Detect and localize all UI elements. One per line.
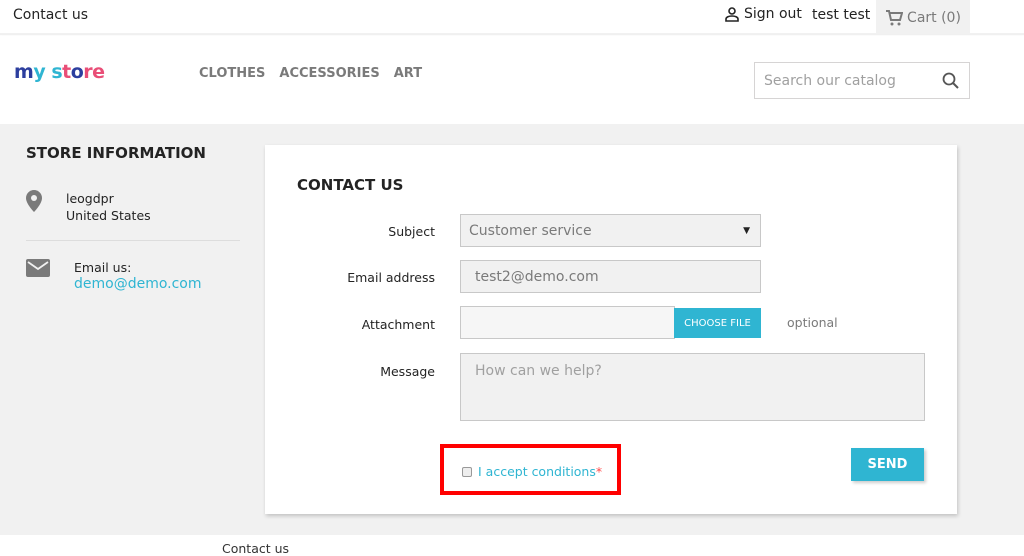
header: my store CLOTHES ACCESSORIES ART	[0, 36, 1024, 124]
optional-hint: optional	[787, 315, 838, 330]
main-nav: CLOTHES ACCESSORIES ART	[199, 66, 422, 81]
cart-icon	[886, 9, 904, 25]
user-icon	[725, 7, 739, 22]
store-information: STORE INFORMATION leogdpr United States E…	[26, 144, 240, 293]
message-label: Message	[380, 364, 435, 379]
store-email-link[interactable]: demo@demo.com	[74, 276, 202, 293]
send-button[interactable]: SEND	[851, 448, 924, 481]
store-info-title: STORE INFORMATION	[26, 144, 206, 162]
email-field[interactable]: test2@demo.com	[460, 260, 761, 293]
email-label: Email us:	[74, 260, 132, 275]
highlight-box	[440, 444, 621, 495]
divider	[26, 240, 240, 241]
subject-select[interactable]: Customer service ▼	[460, 214, 761, 247]
attachment-label: Attachment	[361, 317, 435, 332]
form-title: CONTACT US	[297, 176, 404, 194]
store-name: leogdpr	[66, 191, 114, 206]
subject-value: Customer service	[469, 222, 592, 239]
location-pin-icon	[26, 190, 42, 212]
choose-file-button[interactable]: CHOOSE FILE	[674, 308, 761, 338]
search-icon[interactable]	[942, 72, 960, 90]
email-address-label: Email address	[347, 270, 435, 285]
nav-accessories[interactable]: ACCESSORIES	[279, 66, 379, 81]
envelope-icon	[26, 259, 50, 277]
nav-clothes[interactable]: CLOTHES	[199, 66, 265, 81]
subject-label: Subject	[388, 224, 435, 239]
sign-out-link[interactable]: Sign out	[724, 6, 802, 22]
footer-contact-link[interactable]: Contact us	[222, 541, 289, 556]
contact-us-link[interactable]: Contact us	[13, 7, 88, 23]
attachment-field[interactable]	[460, 306, 675, 339]
search-input[interactable]	[755, 63, 935, 98]
nav-art[interactable]: ART	[394, 66, 422, 81]
top-bar: Contact us Sign out test test Cart (0)	[0, 0, 1024, 35]
search-box	[754, 62, 970, 99]
cart-button[interactable]: Cart (0)	[876, 0, 970, 35]
account-link[interactable]: test test	[812, 7, 870, 23]
cart-label: Cart (0)	[907, 9, 961, 26]
message-textarea[interactable]: How can we help?	[460, 353, 925, 421]
caret-down-icon: ▼	[743, 225, 750, 236]
store-logo[interactable]: my store	[14, 61, 105, 83]
store-country: United States	[66, 208, 151, 223]
sign-out-label: Sign out	[744, 6, 802, 22]
